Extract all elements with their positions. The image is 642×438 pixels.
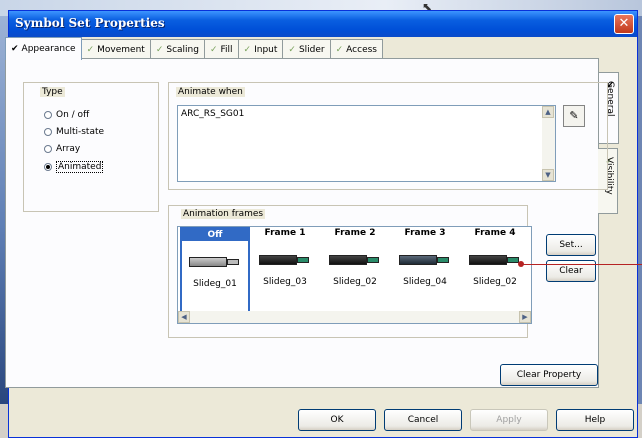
radio-animated[interactable]: Animated	[44, 161, 104, 173]
slide-gate-icon	[397, 253, 453, 267]
tab-label: Appearance	[21, 44, 76, 54]
animate-when-expression[interactable]: ARC_RS_SG01 ▲ ▼	[177, 105, 556, 182]
check-icon: ✓	[288, 44, 296, 55]
radio-label: Multi-state	[56, 127, 105, 137]
frame-header: Frame 2	[334, 228, 376, 238]
radio-button[interactable]	[44, 128, 52, 136]
tab-label: Fill	[220, 44, 233, 55]
slide-gate-icon	[257, 253, 313, 267]
title-bar: Symbol Set Properties ✕	[9, 11, 637, 37]
scroll-right-icon[interactable]: ▶	[519, 311, 531, 323]
frame-2[interactable]: Frame 2 Slideg_02	[320, 227, 390, 313]
frame-1[interactable]: Frame 1 Slideg_03	[250, 227, 320, 313]
radio-array[interactable]: Array	[44, 144, 80, 154]
expression-text: ARC_RS_SG01	[181, 109, 245, 119]
tab-label: Access	[346, 44, 377, 55]
horizontal-scrollbar[interactable]: ◀ ▶	[178, 311, 531, 323]
apply-button[interactable]: Apply	[470, 409, 548, 431]
frame-symbol-name: Slideg_01	[193, 279, 237, 289]
frame-off[interactable]: Off Slideg_01	[180, 227, 250, 313]
check-icon: ✓	[243, 44, 252, 55]
frame-symbol-name: Slideg_03	[263, 277, 307, 287]
radio-button[interactable]	[44, 145, 52, 153]
frame-symbol-name: Slideg_02	[473, 277, 517, 287]
slide-gate-icon	[327, 253, 383, 267]
tab-label: Scaling	[166, 44, 199, 55]
slide-gate-icon	[467, 253, 523, 267]
frame-4[interactable]: Frame 4 Slideg_02	[460, 227, 530, 313]
frame-3[interactable]: Frame 3 Slideg_04	[390, 227, 460, 313]
vertical-scrollbar[interactable]: ▲ ▼	[542, 106, 555, 181]
frame-symbol-name: Slideg_04	[403, 277, 447, 287]
clear-property-button[interactable]: Clear Property	[500, 364, 598, 386]
tab-movement[interactable]: ✓ Movement	[80, 39, 151, 59]
check-icon: ✓	[86, 44, 95, 55]
scroll-up-icon[interactable]: ▲	[542, 106, 554, 118]
tab-label: Movement	[97, 44, 145, 55]
type-group-legend: Type	[40, 87, 65, 97]
tab-fill[interactable]: ✓ Fill	[203, 39, 239, 59]
slide-gate-icon	[187, 255, 243, 269]
cancel-button[interactable]: Cancel	[384, 409, 462, 431]
tab-input[interactable]: ✓ Input	[237, 39, 284, 59]
check-icon: ✓	[335, 44, 344, 55]
expression-builder-button[interactable]: ✎	[563, 105, 585, 127]
radio-label: Array	[56, 144, 81, 154]
dialog-title: Symbol Set Properties	[15, 16, 165, 30]
frame-header: Frame 4	[474, 228, 516, 238]
animation-frames-list[interactable]: Off Slideg_01 Frame 1 Slideg_03 Frame 2 …	[177, 226, 532, 324]
frame-header: Frame 1	[264, 228, 306, 238]
tab-label: Slider	[298, 44, 325, 55]
radio-label: Animated	[56, 161, 104, 173]
animate-when-legend: Animate when	[176, 87, 245, 97]
radio-multi-state[interactable]: Multi-state	[44, 127, 104, 137]
animation-frames-legend: Animation frames	[181, 209, 266, 219]
check-icon: ✓	[209, 44, 218, 55]
tab-scaling[interactable]: ✓ Scaling	[149, 39, 205, 59]
frame-header: Frame 3	[404, 228, 446, 238]
check-icon: ✓	[155, 44, 164, 55]
tab-access[interactable]: ✓ Access	[329, 39, 383, 59]
help-button[interactable]: Help	[556, 409, 634, 431]
radio-button[interactable]	[44, 111, 52, 119]
close-button[interactable]: ✕	[614, 14, 634, 34]
check-icon: ✔	[11, 44, 19, 54]
ok-button[interactable]: OK	[298, 409, 376, 431]
annotation-line	[522, 264, 642, 265]
tab-appearance[interactable]: ✔ Appearance	[5, 37, 82, 60]
frame-header: Off	[182, 229, 248, 241]
tab-slider[interactable]: ✓ Slider	[282, 39, 331, 59]
scroll-left-icon[interactable]: ◀	[178, 311, 190, 323]
tab-strip: ✔ Appearance ✓ Movement ✓ Scaling ✓ Fill ✓ In…	[5, 37, 383, 60]
wand-icon: ✎	[569, 109, 579, 122]
set-button[interactable]: Set...	[546, 234, 596, 256]
radio-button[interactable]	[44, 163, 52, 171]
tab-label: Input	[254, 44, 278, 55]
frame-symbol-name: Slideg_02	[333, 277, 377, 287]
radio-on-off[interactable]: On / off	[44, 110, 89, 120]
radio-label: On / off	[56, 110, 90, 120]
scroll-down-icon[interactable]: ▼	[542, 169, 554, 181]
